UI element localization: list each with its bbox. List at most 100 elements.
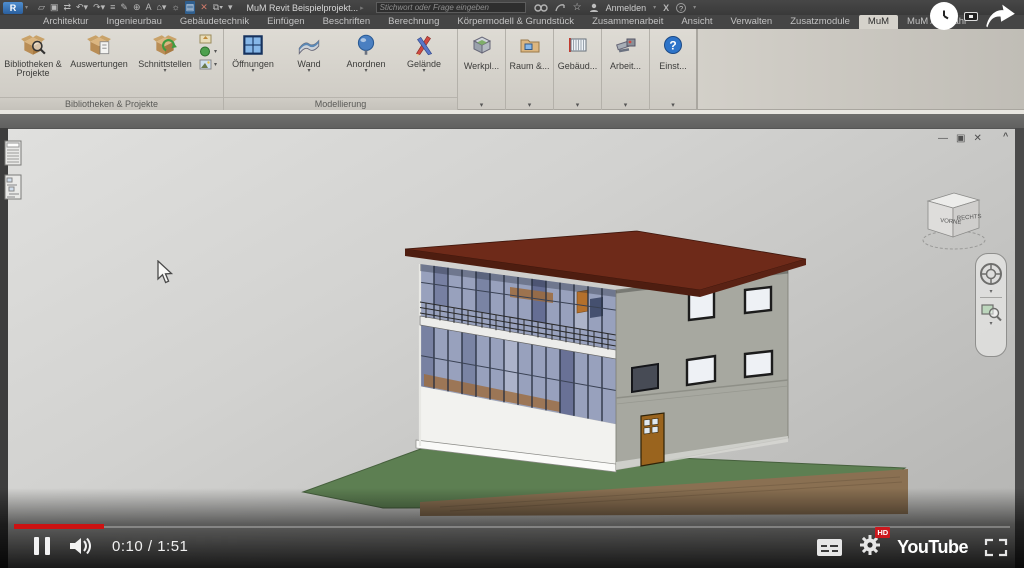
search-binoculars-icon[interactable] xyxy=(534,3,548,13)
time-display: 0:10 / 1:51 xyxy=(112,538,188,555)
gelaende-caret-icon: ▾ xyxy=(422,69,425,73)
undo-icon[interactable]: ↶▾ xyxy=(76,1,88,14)
navbar-divider xyxy=(980,297,1002,298)
minimize-view-icon[interactable]: — xyxy=(938,133,948,144)
tab-zusammenarbeit[interactable]: Zusammenarbeit xyxy=(583,15,672,29)
library-tool-2-button[interactable]: ▾ xyxy=(199,46,217,57)
panel-werkplaene[interactable]: Werkpl... ▾ xyxy=(458,29,506,110)
wand-button[interactable]: Wand▾ xyxy=(282,29,336,73)
close-hidden-windows-icon[interactable]: ✕ xyxy=(200,1,208,14)
gelaende-button[interactable]: Gelände▾ xyxy=(396,29,452,73)
panel-einstellungen[interactable]: ? Einst... ▾ xyxy=(650,29,698,110)
tab-verwalten[interactable]: Verwalten xyxy=(722,15,782,29)
open-icon[interactable]: ▱ xyxy=(38,1,45,14)
green-circle-icon xyxy=(199,46,212,57)
bibliotheken-projekte-button[interactable]: Bibliotheken & Projekte xyxy=(0,29,66,79)
progress-played[interactable] xyxy=(14,524,104,529)
tab-beschriften[interactable]: Beschriften xyxy=(314,15,380,29)
tab-einfuegen[interactable]: Einfügen xyxy=(258,15,314,29)
signin-label[interactable]: Anmelden xyxy=(606,3,647,13)
panel2-label[interactable]: Modellierung xyxy=(224,97,457,110)
arbeit-flyout-icon: ▾ xyxy=(624,101,628,109)
pause-button[interactable] xyxy=(34,537,50,555)
panel-bibliotheken-projekte: Bibliotheken & Projekte Auswertungen xyxy=(0,29,224,110)
video-frame: R ▾ ▱ ▣ ⇄ ↶▾ ↷▾ ≡ ✎ ⊕ A ⌂▾ ☼ ▤ ✕ ⧉▾ ▾ Mu… xyxy=(0,0,1024,568)
settings-gear-wrap: HD xyxy=(859,534,881,561)
zoom-caret-icon[interactable]: ▾ xyxy=(989,322,992,327)
panel-modellierung: Öffnungen▾ Wand▾ Anordnen▾ Gelände▾ Mode… xyxy=(224,29,458,110)
ribbon-tab-row: Architektur Ingenieurbau Gebäudetechnik … xyxy=(0,15,1024,29)
oeffnungen-button[interactable]: Öffnungen▾ xyxy=(224,29,282,73)
radiator-icon xyxy=(565,33,591,57)
revit-titlebar: R ▾ ▱ ▣ ⇄ ↶▾ ↷▾ ≡ ✎ ⊕ A ⌂▾ ☼ ▤ ✕ ⧉▾ ▾ Mu… xyxy=(0,0,1024,15)
room-folder-icon xyxy=(517,33,543,57)
help-caret-icon[interactable]: ▾ xyxy=(693,4,696,11)
anordnen-caret-icon: ▾ xyxy=(364,69,367,73)
search-input[interactable]: Stichwort oder Frage eingeben xyxy=(376,2,526,13)
miniplayer-icon[interactable] xyxy=(964,12,978,21)
text-tool-icon[interactable]: A xyxy=(145,1,151,14)
viewcube[interactable]: VORNE RECHTS xyxy=(915,188,993,254)
captions-icon[interactable] xyxy=(816,538,843,557)
wall-icon xyxy=(296,32,322,58)
tab-ingenieurbau[interactable]: Ingenieurbau xyxy=(97,15,170,29)
gebaeude-flyout-icon: ▾ xyxy=(576,101,580,109)
subscription-center-icon[interactable] xyxy=(555,3,566,13)
measure-icon[interactable]: ⊕ xyxy=(133,1,141,14)
fullscreen-icon[interactable] xyxy=(984,538,1008,557)
customize-qat-icon[interactable]: ▾ xyxy=(228,1,233,14)
signin-caret-icon[interactable]: ▾ xyxy=(653,4,656,11)
library-tool-1-button[interactable] xyxy=(199,33,217,44)
help-icon[interactable]: ? xyxy=(676,3,686,13)
print-icon[interactable]: ≡ xyxy=(110,1,115,14)
schnittstellen-button[interactable]: Schnittstellen ▾ xyxy=(132,29,198,73)
favorites-star-icon[interactable]: ☆ xyxy=(573,2,582,13)
progress-bar-track[interactable] xyxy=(14,526,1010,528)
sync-icon[interactable]: ⇄ xyxy=(63,1,71,14)
modify-pencil-icon[interactable]: ✎ xyxy=(120,1,128,14)
library-small-buttons: ▾ ▾ xyxy=(198,29,220,70)
tab-mum[interactable]: MuM xyxy=(859,15,898,29)
ribbon-empty-area xyxy=(698,29,1024,109)
exchange-apps-icon[interactable]: X xyxy=(663,3,669,13)
collapse-panel-icon[interactable]: ^ xyxy=(1003,131,1008,141)
zoom-region-icon[interactable] xyxy=(980,300,1002,322)
tab-zusatzmodule[interactable]: Zusatzmodule xyxy=(781,15,859,29)
default-3d-view-icon[interactable]: ⌂▾ xyxy=(157,1,167,14)
panel-gebaeudetechnik[interactable]: Gebäud... ▾ xyxy=(554,29,602,110)
panel-raum[interactable]: Raum &... ▾ xyxy=(506,29,554,110)
watch-later-button[interactable] xyxy=(930,2,958,30)
werkplaene-flyout-icon: ▾ xyxy=(480,101,484,109)
thin-lines-icon[interactable]: ▤ xyxy=(185,1,196,14)
switch-windows-icon[interactable]: ⧉▾ xyxy=(213,1,223,14)
application-menu-button[interactable]: R xyxy=(3,2,23,14)
save-icon[interactable]: ▣ xyxy=(50,1,59,14)
player-controls-right: HD YouTube xyxy=(816,534,1008,561)
panel1-label[interactable]: Bibliotheken & Projekte xyxy=(0,97,223,110)
tab-berechnung[interactable]: Berechnung xyxy=(379,15,448,29)
tools-icon xyxy=(613,33,639,57)
youtube-logo[interactable]: YouTube xyxy=(897,537,968,558)
tab-architektur[interactable]: Architektur xyxy=(34,15,97,29)
redo-icon[interactable]: ↷▾ xyxy=(93,1,105,14)
volume-icon[interactable] xyxy=(68,536,94,556)
share-arrow-icon[interactable] xyxy=(984,3,1016,29)
panel-arbeitsvorbereitung[interactable]: Arbeit... ▾ xyxy=(602,29,650,110)
steering-wheel-icon[interactable] xyxy=(978,260,1004,290)
restore-view-icon[interactable]: ▣ xyxy=(956,133,965,144)
tab-koerpermodell[interactable]: Körpermodell & Grundstück xyxy=(448,15,583,29)
app-menu-caret-icon[interactable]: ▾ xyxy=(25,4,28,11)
anordnen-button[interactable]: Anordnen▾ xyxy=(336,29,396,73)
palette-icons xyxy=(4,140,22,200)
library-tool-3-button[interactable]: ▾ xyxy=(199,59,217,70)
close-view-icon[interactable]: ✕ xyxy=(973,133,981,144)
signin-person-icon[interactable] xyxy=(589,3,599,13)
properties-palette-icon[interactable] xyxy=(4,140,22,166)
wheel-caret-icon[interactable]: ▾ xyxy=(989,290,992,295)
tab-ansicht[interactable]: Ansicht xyxy=(672,15,721,29)
tab-gebaeudetechnik[interactable]: Gebäudetechnik xyxy=(171,15,258,29)
auswertungen-button[interactable]: Auswertungen xyxy=(66,29,132,69)
sun-settings-icon[interactable]: ☼ xyxy=(171,1,179,14)
library-box-search-icon xyxy=(19,32,47,58)
project-browser-icon[interactable] xyxy=(4,174,22,200)
